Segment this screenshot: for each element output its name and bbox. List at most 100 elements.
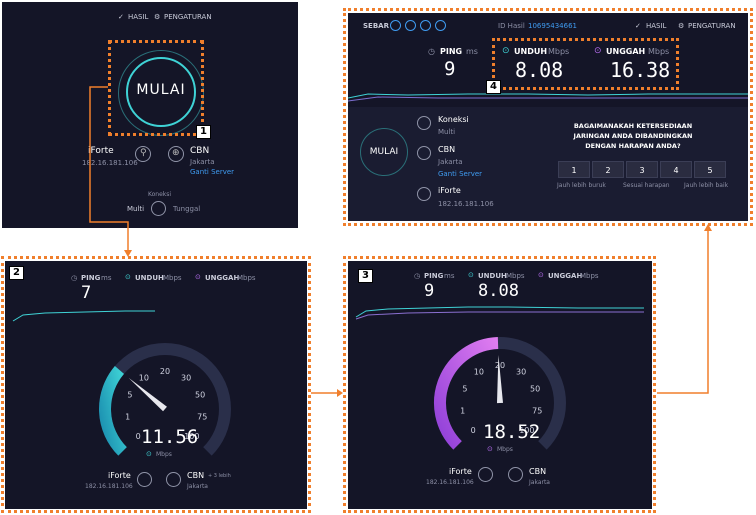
connection-label: Koneksi <box>148 191 172 198</box>
gauge-tick-label: 50 <box>530 384 540 393</box>
change-server-link[interactable]: Ganti Server <box>438 170 482 178</box>
go-button-label[interactable]: MULAI <box>364 147 404 157</box>
speed-gauge: 0151020305075100 <box>99 343 231 456</box>
rating-button-3[interactable]: 3 <box>626 161 658 178</box>
server-city: Jakarta <box>529 479 550 486</box>
gauge-tick-label: 1 <box>125 412 130 421</box>
globe-icon <box>166 472 181 487</box>
share-label: SEBAR <box>363 22 389 30</box>
upload-icon: ⊙ <box>538 271 544 279</box>
nav-settings[interactable]: PENGATURAN <box>164 13 212 21</box>
settings-icon[interactable]: ⚙ <box>154 13 160 21</box>
connection-multi[interactable]: Multi <box>127 205 144 213</box>
rating-button-2[interactable]: 2 <box>592 161 624 178</box>
link-share-icon[interactable] <box>390 20 401 31</box>
isp-ip: 182.16.181.106 <box>438 200 494 208</box>
rating-low-label: Jauh lebih buruk <box>557 182 606 189</box>
connection-toggle-icon[interactable] <box>151 201 166 216</box>
gauge-tick-label: 30 <box>181 373 191 382</box>
more-share-icon[interactable] <box>435 20 446 31</box>
nav-settings[interactable]: PENGATURAN <box>688 22 736 30</box>
result-id-label: ID Hasil <box>498 22 525 30</box>
server-name: CBN <box>529 467 547 476</box>
gauge-tick-label: 20 <box>160 367 170 376</box>
step-badge-2: 2 <box>9 266 24 280</box>
gauge-tick-label: 50 <box>195 390 205 399</box>
download-icon: ⊙ <box>468 271 474 279</box>
panel-upload-test: ◷ PING ms ⊙ UNDUH Mbps ⊙ UNGGAH Mbps 9 8… <box>348 261 652 509</box>
server-name: CBN <box>187 471 205 480</box>
step-badge-3: 3 <box>358 269 373 283</box>
ping-icon: ◷ <box>414 272 421 280</box>
ping-label: PING <box>81 274 101 282</box>
gauge-tick-label: 30 <box>516 367 526 376</box>
ping-unit: ms <box>444 272 455 280</box>
server-extra: + 3 lebih <box>208 473 231 479</box>
user-icon: ⚲ <box>135 146 151 162</box>
gauge-tick-label: 10 <box>474 367 484 376</box>
globe-icon <box>508 467 523 482</box>
gauge-tick-label: 0 <box>471 426 476 435</box>
rating-button-4[interactable]: 4 <box>660 161 692 178</box>
change-server-link[interactable]: Ganti Server <box>190 168 234 176</box>
facebook-share-icon[interactable] <box>420 20 431 31</box>
download-label: UNDUH <box>135 274 164 282</box>
isp-name: iForte <box>108 471 131 480</box>
connection-single[interactable]: Tunggal <box>173 205 200 213</box>
download-unit: Mbps <box>163 274 182 282</box>
results-icon[interactable]: ✓ <box>118 13 124 21</box>
gauge-tick-label: 5 <box>127 390 132 399</box>
upload-label: UNGGAH <box>205 274 240 282</box>
upload-icon: ⊙ <box>195 273 201 281</box>
gauge-tick-label: 20 <box>495 361 505 370</box>
isp-ip: 182.16.181.106 <box>426 479 474 486</box>
speed-unit-icon: ⊙ <box>146 450 152 458</box>
gauge-tick-label: 1 <box>460 406 465 415</box>
connection-label: Koneksi <box>438 115 469 124</box>
gauge-tick-label: 75 <box>197 412 207 421</box>
results-icon[interactable]: ✓ <box>635 22 641 30</box>
speed-value: 11.56 <box>141 426 199 448</box>
server-name: CBN <box>190 146 210 156</box>
nav-results[interactable]: HASIL <box>128 13 148 21</box>
isp-name: iForte <box>449 467 472 476</box>
step-badge-1: 1 <box>196 125 211 139</box>
nav-results[interactable]: HASIL <box>646 22 666 30</box>
globe-icon <box>417 146 431 160</box>
arrow-3-to-4 <box>657 229 709 394</box>
rating-button-5[interactable]: 5 <box>694 161 726 178</box>
rating-mid-label: Sesuai harapan <box>623 182 670 189</box>
rating-button-1[interactable]: 1 <box>558 161 590 178</box>
server-name: CBN <box>438 145 456 154</box>
ping-unit: ms <box>466 47 478 56</box>
download-label: UNDUH <box>478 272 507 280</box>
gauge-tick-label: 5 <box>462 384 467 393</box>
twitter-share-icon[interactable] <box>405 20 416 31</box>
connection-icon <box>417 116 431 130</box>
ping-icon: ◷ <box>428 47 435 56</box>
settings-icon[interactable]: ⚙ <box>678 22 684 30</box>
isp-ip: 182.16.181.106 <box>85 483 133 490</box>
globe-icon: ⊕ <box>168 146 184 162</box>
gauge-fill <box>99 366 127 456</box>
gauge-tick-label: 75 <box>532 406 542 415</box>
speed-graph <box>348 93 748 102</box>
server-city: Jakarta <box>190 158 215 166</box>
speed-unit: Mbps <box>497 446 513 453</box>
rating-high-label: Jauh lebih baik <box>684 182 729 189</box>
upload-unit: Mbps <box>237 274 256 282</box>
ping-unit: ms <box>101 274 112 282</box>
speed-value: 18.52 <box>483 421 541 443</box>
download-icon: ⊙ <box>125 273 131 281</box>
highlight-go-button <box>108 40 204 136</box>
highlight-speed-values <box>492 38 679 90</box>
user-icon <box>137 472 152 487</box>
ping-label: PING <box>424 272 444 280</box>
ping-label: PING <box>440 47 463 56</box>
result-id[interactable]: 10695434661 <box>528 22 577 30</box>
user-icon <box>478 467 493 482</box>
gauge-tick-label: 10 <box>139 373 149 382</box>
speed-unit: Mbps <box>156 451 172 458</box>
ping-icon: ◷ <box>71 274 78 282</box>
survey-question: BAGAIMANAKAH KETERSEDIAAN JARINGAN ANDA … <box>573 122 693 150</box>
